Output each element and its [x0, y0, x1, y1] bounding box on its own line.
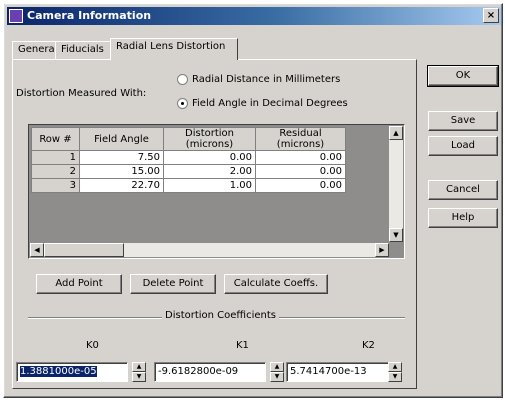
k2-spinner[interactable]: ▲ ▼	[388, 362, 402, 382]
field-angle-cell[interactable]: 22.70	[79, 178, 164, 193]
column-header-row-number[interactable]: Row #	[31, 127, 80, 151]
column-header-distortion[interactable]: Distortion (microns)	[163, 127, 256, 151]
k2-label: K2	[362, 340, 375, 351]
delete-point-button[interactable]: Delete Point	[130, 274, 216, 294]
residual-cell[interactable]: 0.00	[255, 150, 346, 165]
table-row[interactable]: 2 15.00 2.00 0.00	[31, 164, 346, 179]
residual-cell[interactable]: 0.00	[255, 178, 346, 193]
grid-vertical-scrollbar[interactable]: ▲ ▼	[389, 126, 403, 242]
tab-fiducials-label: Fiducials	[61, 44, 104, 55]
distortion-cell[interactable]: 0.00	[163, 150, 256, 165]
scroll-up-icon[interactable]: ▲	[389, 126, 403, 140]
row-number-cell[interactable]: 2	[31, 164, 80, 179]
radial-distance-label[interactable]: Radial Distance in Millimeters	[192, 74, 340, 85]
ok-button[interactable]: OK	[427, 65, 499, 87]
distortion-cell[interactable]: 1.00	[163, 178, 256, 193]
distortion-measured-with-label: Distortion Measured With:	[16, 88, 147, 99]
field-angle-label[interactable]: Field Angle in Decimal Degrees	[192, 98, 348, 109]
add-point-button[interactable]: Add Point	[36, 274, 122, 294]
table-row[interactable]: 3 22.70 1.00 0.00	[31, 178, 346, 193]
field-angle-cell[interactable]: 7.50	[79, 150, 164, 165]
tab-radial-lens-distortion-label: Radial Lens Distortion	[116, 41, 226, 52]
spin-down-icon[interactable]: ▼	[132, 372, 146, 382]
residual-cell[interactable]: 0.00	[255, 164, 346, 179]
cancel-button[interactable]: Cancel	[428, 180, 498, 200]
tab-general[interactable]: General	[12, 41, 58, 59]
close-icon[interactable]: ×	[483, 8, 499, 23]
table-row[interactable]: 1 7.50 0.00 0.00	[31, 150, 346, 165]
spin-up-icon[interactable]: ▲	[132, 362, 146, 372]
scroll-down-icon[interactable]: ▼	[389, 228, 403, 242]
column-header-field-angle[interactable]: Field Angle	[79, 127, 164, 151]
load-button[interactable]: Load	[428, 136, 498, 156]
horizontal-scroll-thumb[interactable]	[44, 243, 124, 257]
grid-horizontal-scrollbar[interactable]: ◀ ▶	[30, 243, 389, 257]
save-button[interactable]: Save	[428, 111, 498, 131]
k1-field[interactable]: -9.6182800e-09	[154, 362, 266, 382]
k2-field[interactable]: 5.7414700e-13	[286, 362, 398, 382]
k0-label: K0	[86, 340, 99, 351]
k1-spinner[interactable]: ▲ ▼	[270, 362, 284, 382]
radial-distance-radio[interactable]	[177, 74, 188, 85]
distortion-coefficients-title: Distortion Coefficients	[162, 310, 279, 321]
k0-value: 1.3881000e-05	[20, 366, 97, 377]
camera-information-dialog: Camera Information × General Fiducials R…	[3, 3, 503, 398]
k2-value: 5.7414700e-13	[290, 366, 367, 377]
scroll-right-icon[interactable]: ▶	[375, 243, 389, 257]
distortion-cell[interactable]: 2.00	[163, 164, 256, 179]
spin-up-icon[interactable]: ▲	[388, 362, 402, 372]
spin-down-icon[interactable]: ▼	[388, 372, 402, 382]
tab-general-label: General	[18, 44, 58, 55]
k0-field[interactable]: 1.3881000e-05	[16, 362, 128, 382]
spin-down-icon[interactable]: ▼	[270, 372, 284, 382]
title-bar[interactable]: Camera Information ×	[7, 7, 501, 25]
column-header-residual[interactable]: Residual (microns)	[255, 127, 346, 151]
k1-label: K1	[236, 340, 249, 351]
help-button[interactable]: Help	[428, 208, 498, 228]
grid-header-row: Row # Field Angle Distortion (microns) R…	[31, 127, 346, 151]
scroll-left-icon[interactable]: ◀	[30, 243, 44, 257]
spin-up-icon[interactable]: ▲	[270, 362, 284, 372]
distortion-points-table: Row # Field Angle Distortion (microns) R…	[31, 127, 346, 193]
row-number-cell[interactable]: 1	[31, 150, 80, 165]
field-angle-radio[interactable]	[177, 98, 188, 109]
field-angle-cell[interactable]: 15.00	[79, 164, 164, 179]
window-title: Camera Information	[27, 9, 152, 22]
k0-spinner[interactable]: ▲ ▼	[132, 362, 146, 382]
row-number-cell[interactable]: 3	[31, 178, 80, 193]
k1-value: -9.6182800e-09	[158, 366, 239, 377]
tab-fiducials[interactable]: Fiducials	[55, 41, 111, 59]
calculate-coeffs-button[interactable]: Calculate Coeffs.	[224, 274, 328, 294]
tab-radial-lens-distortion[interactable]: Radial Lens Distortion	[110, 38, 238, 60]
app-icon	[9, 9, 23, 23]
distortion-points-grid[interactable]: Row # Field Angle Distortion (microns) R…	[28, 124, 405, 259]
